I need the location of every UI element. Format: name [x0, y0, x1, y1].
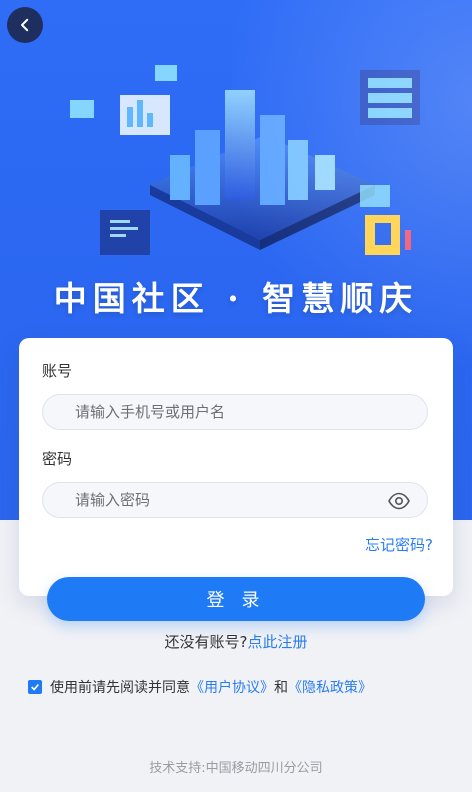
register-link[interactable]: 点此注册	[247, 633, 307, 651]
privacy-policy-link[interactable]: 《隐私政策》	[288, 677, 372, 697]
password-label: 密码	[42, 450, 73, 468]
forgot-password-link[interactable]: 忘记密码?	[365, 534, 433, 555]
agreement-checkbox[interactable]	[28, 680, 42, 694]
check-icon	[31, 683, 39, 691]
tech-support-footer: 技术支持:中国移动四川分公司	[149, 761, 323, 776]
user-agreement-link[interactable]: 《用户协议》	[190, 677, 274, 697]
chevron-left-icon	[21, 18, 29, 32]
agreement-prefix: 使用前请先阅读并同意	[50, 680, 190, 696]
eye-icon[interactable]	[387, 489, 411, 513]
slogan: 中国社区 · 智慧顺庆	[53, 279, 419, 318]
login-button[interactable]: 登 录	[47, 577, 425, 621]
login-card: 账号 密码 忘记密码?	[19, 338, 453, 596]
register-row: 还没有账号?点此注册	[0, 631, 472, 652]
agreement-and: 和	[274, 680, 288, 696]
no-account-text: 还没有账号?	[164, 633, 248, 651]
password-input[interactable]	[42, 482, 428, 518]
account-label: 账号	[42, 362, 73, 380]
account-input[interactable]	[42, 394, 428, 430]
agreement-row: 使用前请先阅读并同意 《用户协议》 和 《隐私政策》	[28, 677, 372, 697]
smart-city-illustration	[70, 65, 420, 255]
